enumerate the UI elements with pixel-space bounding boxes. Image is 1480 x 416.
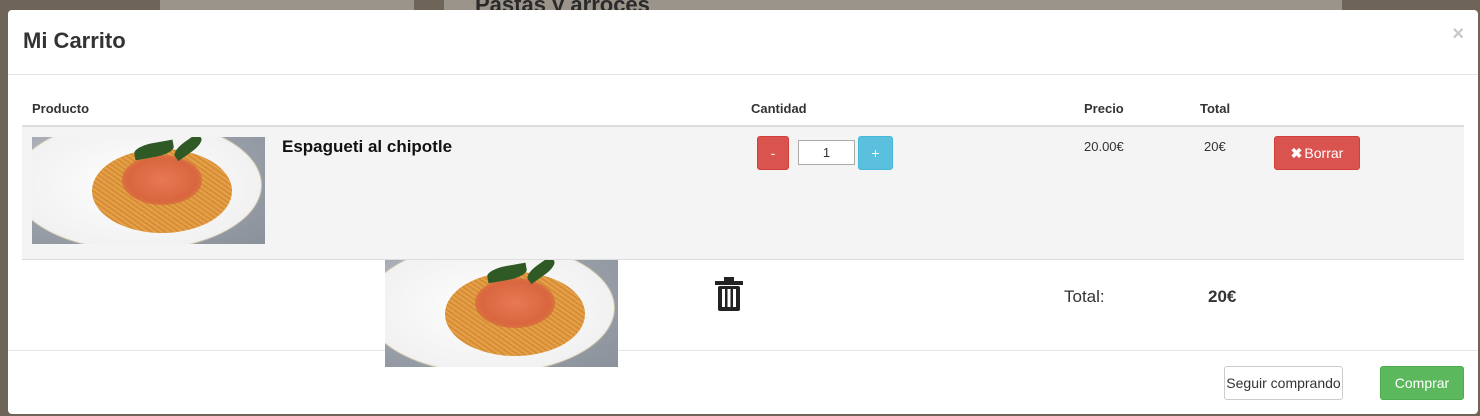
product-name: Espagueti al chipotle (282, 137, 453, 156)
cart-table: Producto Cantidad Precio Total Espagueti… (22, 75, 1464, 367)
modal-header: Mi Carrito × (8, 10, 1478, 75)
continue-shopping-button[interactable]: Seguir comprando (1224, 366, 1343, 400)
modal-title: Mi Carrito (23, 28, 126, 53)
product-total: 20€ (1204, 139, 1226, 154)
delete-button-label: Borrar (1304, 145, 1344, 161)
delete-button[interactable]: ✖ Borrar (1274, 136, 1360, 170)
header-quantity: Cantidad (751, 101, 807, 116)
quantity-input[interactable] (798, 140, 855, 165)
spaghetti-image (32, 137, 265, 244)
header-total: Total (1200, 101, 1231, 116)
summary-total-label: Total: (1064, 287, 1105, 306)
increase-quantity-button[interactable]: + (858, 136, 893, 170)
header-price: Precio (1084, 101, 1124, 116)
footer-divider (8, 350, 1478, 351)
close-icon[interactable]: × (1452, 24, 1464, 44)
cart-modal: Mi Carrito × Producto Cantidad Precio To… (8, 10, 1478, 414)
product-price: 20.00€ (1084, 139, 1124, 154)
decrease-quantity-button[interactable]: - (757, 136, 789, 170)
table-row: Espagueti al chipotle - + 20.00€ 20€ ✖Bo… (22, 127, 1464, 260)
times-icon: ✖ (1290, 145, 1303, 161)
dragged-spaghetti-image[interactable] (385, 260, 618, 367)
header-product: Producto (32, 101, 90, 116)
trash-icon[interactable] (714, 277, 744, 311)
summary-total-value: 20€ (1208, 287, 1237, 306)
buy-button[interactable]: Comprar (1380, 366, 1464, 400)
